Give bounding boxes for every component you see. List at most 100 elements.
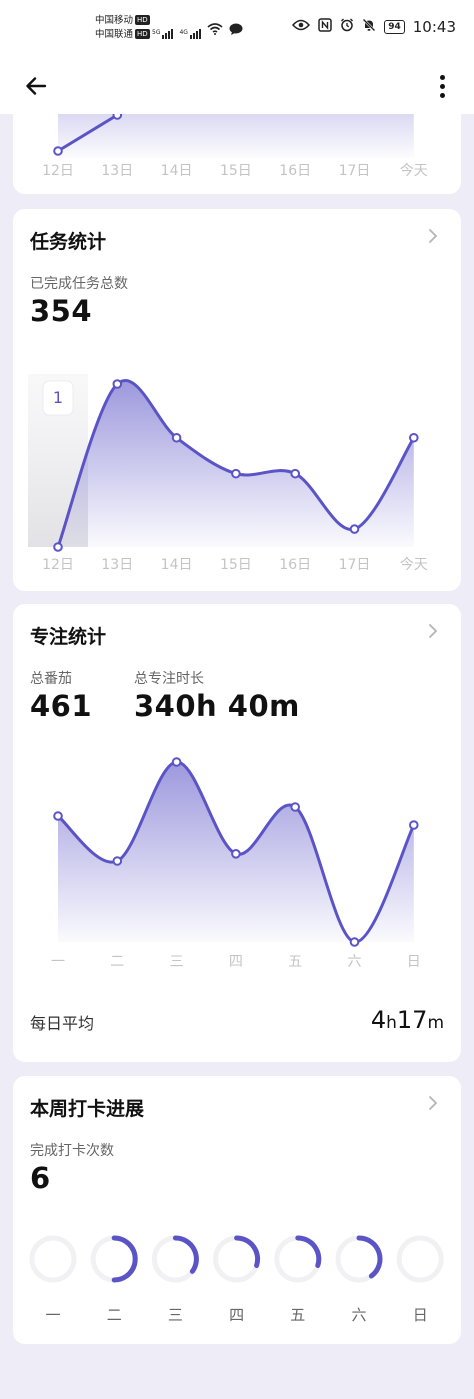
hd-badge: HD <box>135 15 150 25</box>
signal-5g-icon: 5G <box>152 29 174 39</box>
hd-badge: HD <box>135 29 150 39</box>
task-card-title: 任务统计 <box>30 231 107 253</box>
focus-area-chart[interactable]: 一二三四五六日 <box>13 744 461 984</box>
day-label: 四 <box>229 1306 244 1324</box>
x-axis-label: 12日 <box>42 557 74 573</box>
data-point[interactable] <box>349 524 360 534</box>
tooltip-value: 1 <box>53 388 63 407</box>
x-axis-label: 四 <box>229 954 243 970</box>
x-axis-label: 一 <box>51 954 65 970</box>
ring-track <box>396 1235 444 1283</box>
ring-progress <box>172 1235 199 1274</box>
x-axis-label: 12日 <box>42 163 74 179</box>
day-label: 二 <box>107 1306 122 1324</box>
carrier-info: 中国移动 HD 中国联通 HD <box>95 14 150 42</box>
checkin-progress-card: 本周打卡进展 完成打卡次数 6 一 二 三 四 五 六 日 <box>13 1076 461 1344</box>
mute-bell-icon <box>362 18 376 36</box>
checkin-day-5[interactable]: 五 <box>274 1235 322 1324</box>
data-point[interactable] <box>112 379 123 389</box>
daily-average-value: 4h17m <box>370 1006 444 1034</box>
x-axis-label: 五 <box>288 954 302 970</box>
message-icon <box>229 20 243 39</box>
more-vertical-icon <box>439 74 445 80</box>
task-total-value: 354 <box>30 294 93 328</box>
data-point[interactable] <box>171 432 182 443</box>
x-axis-label: 14日 <box>161 163 193 179</box>
data-point[interactable] <box>349 937 360 947</box>
x-axis-label: 二 <box>110 954 124 970</box>
data-point[interactable] <box>53 146 63 156</box>
value-tooltip: 1 <box>42 380 74 416</box>
checkin-card-title: 本周打卡进展 <box>30 1098 145 1120</box>
clock: 10:43 <box>412 18 456 36</box>
day-label: 六 <box>351 1306 366 1324</box>
day-label: 一 <box>45 1306 60 1324</box>
wifi-icon <box>207 20 223 39</box>
carrier-2: 中国联通 <box>95 29 134 40</box>
x-axis-label: 14日 <box>161 557 193 573</box>
checkin-count-value: 6 <box>30 1161 51 1195</box>
data-point[interactable] <box>231 849 241 859</box>
signal-4g-icon: 4G <box>179 29 201 39</box>
checkin-day-2[interactable]: 二 <box>90 1235 138 1324</box>
data-point[interactable] <box>409 432 419 443</box>
data-point[interactable] <box>290 468 301 479</box>
data-point[interactable] <box>171 757 182 767</box>
x-axis-label: 三 <box>170 954 184 970</box>
nfc-icon <box>318 18 332 36</box>
data-point[interactable] <box>112 114 123 120</box>
eye-icon <box>292 19 311 35</box>
battery-indicator: 94 <box>384 20 405 34</box>
task-area-chart[interactable]: 12日 13日 14日 15日 16日 17日 今天 1 <box>13 351 461 591</box>
x-axis-label: 16日 <box>279 163 311 179</box>
focus-duration-value: 340h 40m <box>134 689 300 723</box>
chart-area-fill <box>58 114 414 158</box>
checkin-card-chevron-right-icon[interactable] <box>427 1092 439 1116</box>
pomodoro-total-label: 总番茄 <box>30 671 72 687</box>
x-axis-label: 今天 <box>400 163 428 179</box>
carrier-1: 中国移动 <box>95 15 134 26</box>
status-bar: 中国移动 HD 中国联通 HD 5G 4G 94 10:43 <box>0 0 474 58</box>
day-label: 五 <box>290 1306 305 1324</box>
data-point[interactable] <box>409 820 419 830</box>
checkin-day-7[interactable]: 日 <box>396 1235 444 1324</box>
more-button[interactable] <box>432 68 452 104</box>
pomodoro-total-value: 461 <box>30 689 93 723</box>
ring-progress <box>295 1235 322 1268</box>
back-button[interactable] <box>18 68 54 104</box>
focus-duration-label: 总专注时长 <box>134 671 204 687</box>
x-axis-label: 17日 <box>339 163 371 179</box>
checkin-day-3[interactable]: 三 <box>151 1235 199 1324</box>
x-axis-label: 13日 <box>101 557 133 573</box>
ring-progress <box>111 1235 138 1283</box>
checkin-count-label: 完成打卡次数 <box>30 1143 114 1159</box>
x-axis-label: 15日 <box>220 163 252 179</box>
checkin-day-6[interactable]: 六 <box>335 1235 383 1324</box>
x-axis-label: 六 <box>348 954 362 970</box>
weekly-checkin-rings[interactable]: 一二三四五六日 <box>13 1224 461 1344</box>
x-axis-label: 13日 <box>101 163 133 179</box>
focus-card-chevron-right-icon[interactable] <box>427 620 439 644</box>
focus-stats-card: 专注统计 总番茄 461 总专注时长 340h 40m 一 二 三 四 五 六 日 每日平均… <box>13 604 461 1062</box>
data-point[interactable] <box>290 802 301 812</box>
ring-progress <box>356 1235 383 1279</box>
arrow-left-icon <box>26 77 47 95</box>
signal-indicators: 5G 4G <box>152 20 243 39</box>
day-label: 日 <box>413 1306 428 1324</box>
daily-average-label: 每日平均 <box>30 1014 95 1033</box>
data-point[interactable] <box>231 468 241 479</box>
focus-card-title: 专注统计 <box>30 626 107 648</box>
task-stats-card: 任务统计 已完成任务总数 354 12日 13日 14日 15日 16日 17日 今天 1 <box>13 209 461 591</box>
checkin-day-1[interactable]: 一 <box>29 1235 77 1324</box>
data-point[interactable] <box>53 811 63 821</box>
data-point[interactable] <box>53 542 63 552</box>
top-area-chart: 12日 13日 14日 15日 16日 17日 今天 <box>42 114 428 179</box>
checkin-day-4[interactable]: 四 <box>213 1235 261 1324</box>
status-right: 94 10:43 <box>292 18 456 36</box>
top-chart-card: 12日 13日 14日 15日 16日 17日 今天 <box>13 114 461 194</box>
ring-progress <box>234 1235 261 1268</box>
app-header <box>0 58 474 114</box>
data-point[interactable] <box>112 856 123 866</box>
x-axis-label: 日 <box>407 954 421 970</box>
task-card-chevron-right-icon[interactable] <box>427 225 439 249</box>
